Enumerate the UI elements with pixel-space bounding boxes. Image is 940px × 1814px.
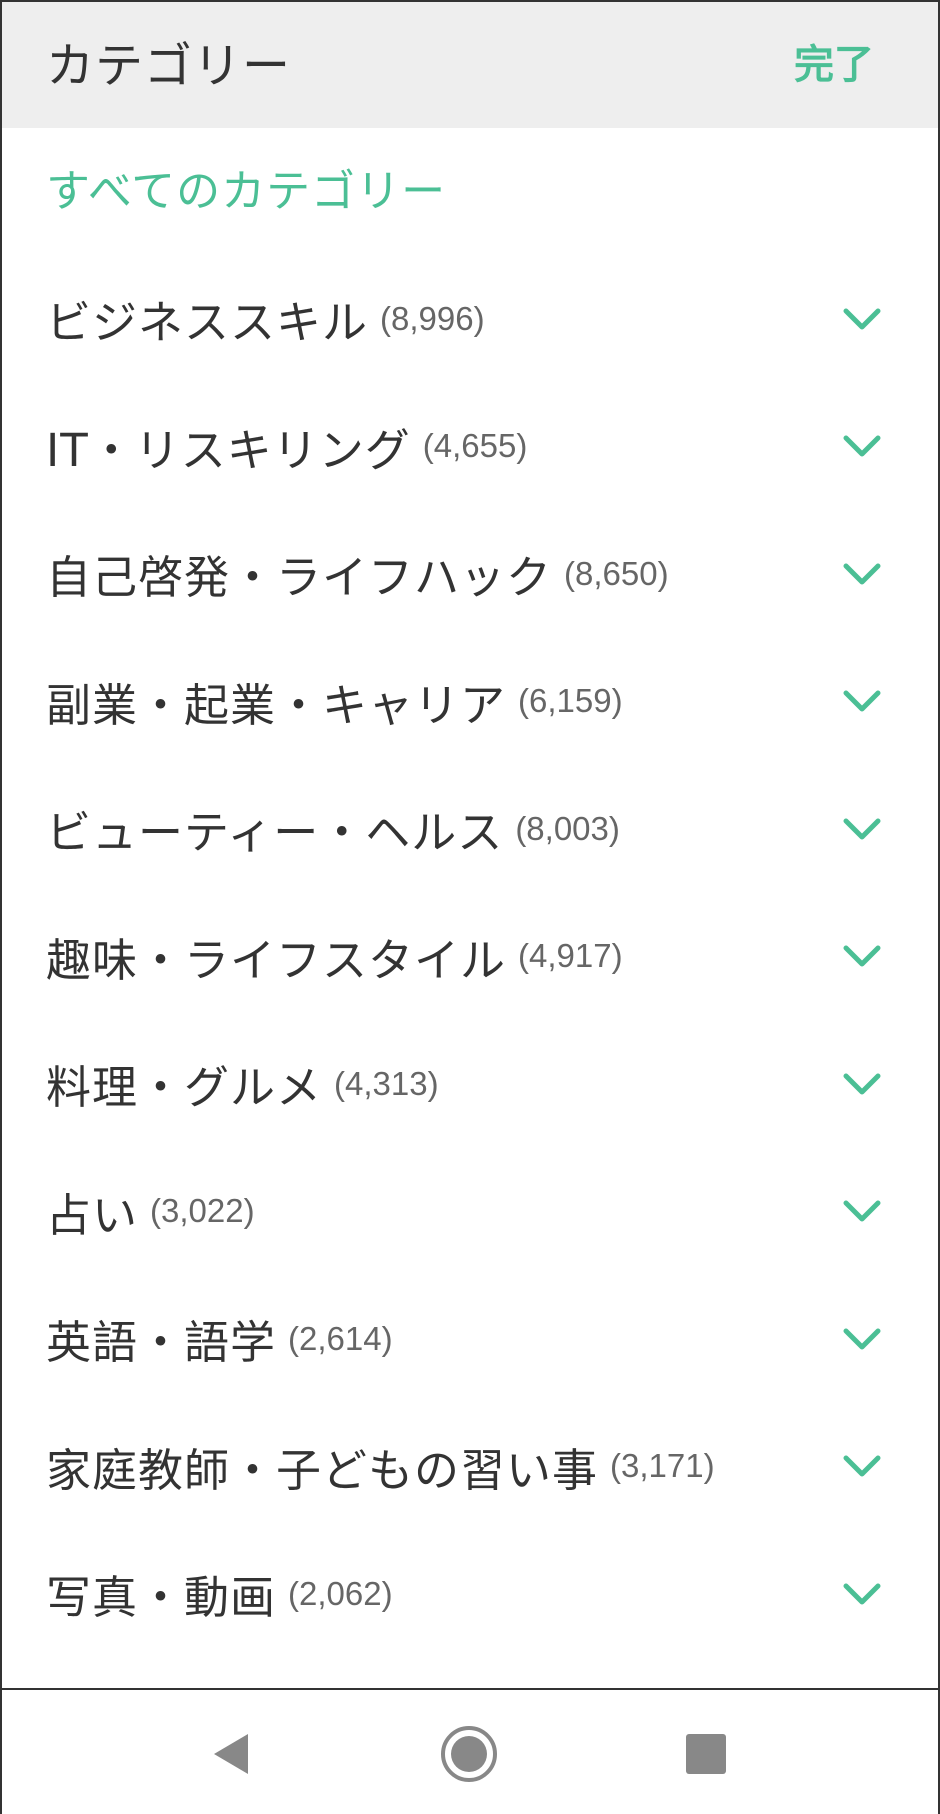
category-count: (4,655) xyxy=(422,427,528,465)
category-row[interactable]: 料理・グルメ (4,313) xyxy=(2,1020,938,1148)
category-row[interactable]: 趣味・ライフスタイル (4,917) xyxy=(2,893,938,1021)
chevron-down-icon[interactable] xyxy=(842,561,882,587)
category-name: 自己啓発・ライフハック xyxy=(46,551,553,605)
category-count: (8,650) xyxy=(564,554,669,592)
page-title: カテゴリー xyxy=(46,38,292,94)
category-name: 家庭教師・子どもの習い事 xyxy=(46,1443,599,1497)
all-categories-row[interactable]: すべてのカテゴリー xyxy=(2,128,938,255)
chevron-down-icon[interactable] xyxy=(842,1071,882,1097)
category-name: ビジネススキル xyxy=(46,296,369,350)
category-count: (3,022) xyxy=(150,1192,255,1230)
category-name: ビューティー・ヘルス xyxy=(46,806,504,860)
category-row[interactable]: IT・リスキリング (4,655) xyxy=(2,383,938,511)
chevron-down-icon[interactable] xyxy=(842,1198,882,1224)
recents-square-icon[interactable] xyxy=(676,1724,736,1784)
category-row[interactable]: 家庭教師・子どもの習い事 (3,171) xyxy=(2,1403,938,1531)
category-name: 占い xyxy=(46,1188,139,1242)
category-count: (6,159) xyxy=(518,682,623,720)
category-name: IT・リスキリング xyxy=(46,423,411,477)
category-name: 副業・起業・キャリア xyxy=(46,678,507,732)
category-row[interactable]: 自己啓発・ライフハック (8,650) xyxy=(2,510,938,638)
category-screen: カテゴリー 完了 すべてのカテゴリー ビジネススキル (8,996) IT・リス… xyxy=(0,0,940,1814)
chevron-down-icon[interactable] xyxy=(842,943,882,969)
category-count: (2,062) xyxy=(288,1574,393,1612)
category-row[interactable]: ビジネススキル (8,996) xyxy=(2,255,938,383)
category-row[interactable]: 英語・語学 (2,614) xyxy=(2,1275,938,1403)
category-row[interactable]: ビューティー・ヘルス (8,003) xyxy=(2,765,938,893)
chevron-down-icon[interactable] xyxy=(842,1453,882,1479)
category-count: (4,917) xyxy=(518,937,623,975)
system-nav-bar xyxy=(2,1688,938,1814)
category-count: (8,003) xyxy=(515,809,620,847)
category-count: (4,313) xyxy=(334,1064,439,1102)
home-circle-icon[interactable] xyxy=(439,1724,499,1784)
app-header: カテゴリー 完了 xyxy=(2,0,938,128)
chevron-down-icon[interactable] xyxy=(842,1581,882,1607)
category-name: 趣味・ライフスタイル xyxy=(46,933,507,987)
chevron-down-icon[interactable] xyxy=(842,306,882,332)
chevron-down-icon[interactable] xyxy=(842,1326,882,1352)
category-name: 英語・語学 xyxy=(46,1316,277,1370)
chevron-down-icon[interactable] xyxy=(842,688,882,714)
done-button[interactable]: 完了 xyxy=(794,40,874,90)
back-triangle-icon[interactable] xyxy=(202,1724,262,1784)
category-count: (2,614) xyxy=(288,1319,393,1357)
all-categories-label[interactable]: すべてのカテゴリー xyxy=(46,164,446,220)
chevron-down-icon[interactable] xyxy=(842,816,882,842)
category-row[interactable]: 副業・起業・キャリア (6,159) xyxy=(2,638,938,766)
category-row[interactable]: 写真・動画 (2,062) xyxy=(2,1530,938,1658)
chevron-down-icon[interactable] xyxy=(842,433,882,459)
category-count: (3,171) xyxy=(610,1447,715,1485)
category-list: すべてのカテゴリー ビジネススキル (8,996) IT・リスキリング (4,6… xyxy=(2,128,938,1658)
category-name: 料理・グルメ xyxy=(46,1061,323,1115)
category-count: (8,996) xyxy=(380,299,485,337)
category-row[interactable]: 占い (3,022) xyxy=(2,1148,938,1276)
category-name: 写真・動画 xyxy=(46,1571,277,1625)
